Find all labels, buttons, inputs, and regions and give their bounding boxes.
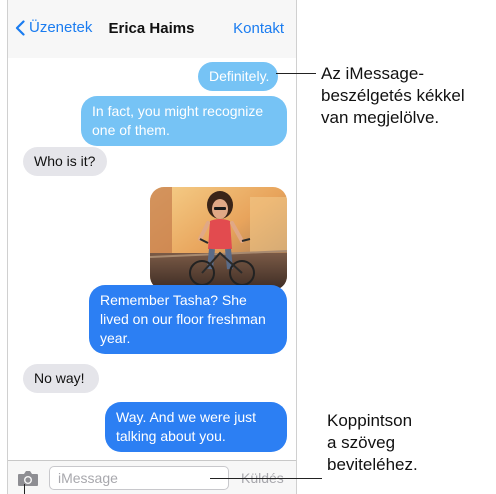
messages-screen: Üzenetek Erica Haims Kontakt Definitely.…	[7, 0, 296, 494]
callout-input-line: beviteléhez.	[327, 455, 418, 474]
message-input[interactable]	[49, 466, 229, 490]
message-bubble-incoming[interactable]: Who is it?	[23, 147, 107, 176]
page: Üzenetek Erica Haims Kontakt Definitely.…	[0, 0, 496, 494]
message-bubble-incoming[interactable]: No way!	[23, 364, 99, 393]
message-list: Definitely. In fact, you might recognize…	[7, 58, 296, 460]
photo-woman-on-bicycle	[150, 187, 287, 290]
nav-bar: Üzenetek Erica Haims Kontakt	[7, 0, 296, 59]
contact-button[interactable]: Kontakt	[233, 20, 284, 37]
message-bubble-outgoing[interactable]: Way. And we were just talking about you.	[105, 402, 287, 452]
callout-line-input	[210, 478, 322, 479]
callout-input: Koppintson a szöveg beviteléhez.	[327, 410, 418, 476]
callout-input-line: a szöveg	[327, 433, 396, 452]
photo-message[interactable]	[150, 187, 287, 290]
message-bubble-outgoing[interactable]: In fact, you might recognize one of them…	[81, 96, 287, 146]
callout-imessage-line: van megjelölve.	[321, 108, 440, 127]
phone-edge	[7, 0, 8, 494]
input-bar: Küldés	[7, 460, 296, 494]
callout-line-imessage	[276, 73, 316, 74]
camera-callout-tick	[24, 484, 25, 494]
message-bubble-outgoing[interactable]: Definitely.	[198, 62, 278, 91]
camera-icon[interactable]	[17, 470, 39, 487]
callout-input-line: Koppintson	[327, 411, 413, 430]
callout-imessage-line: beszélgetés kékkel	[321, 86, 465, 105]
phone-edge	[296, 0, 297, 494]
callout-imessage: Az iMessage- beszélgetés kékkel van megj…	[321, 63, 465, 129]
callout-imessage-line: Az iMessage-	[321, 64, 424, 83]
message-bubble-outgoing[interactable]: Remember Tasha? She lived on our floor f…	[89, 285, 287, 354]
